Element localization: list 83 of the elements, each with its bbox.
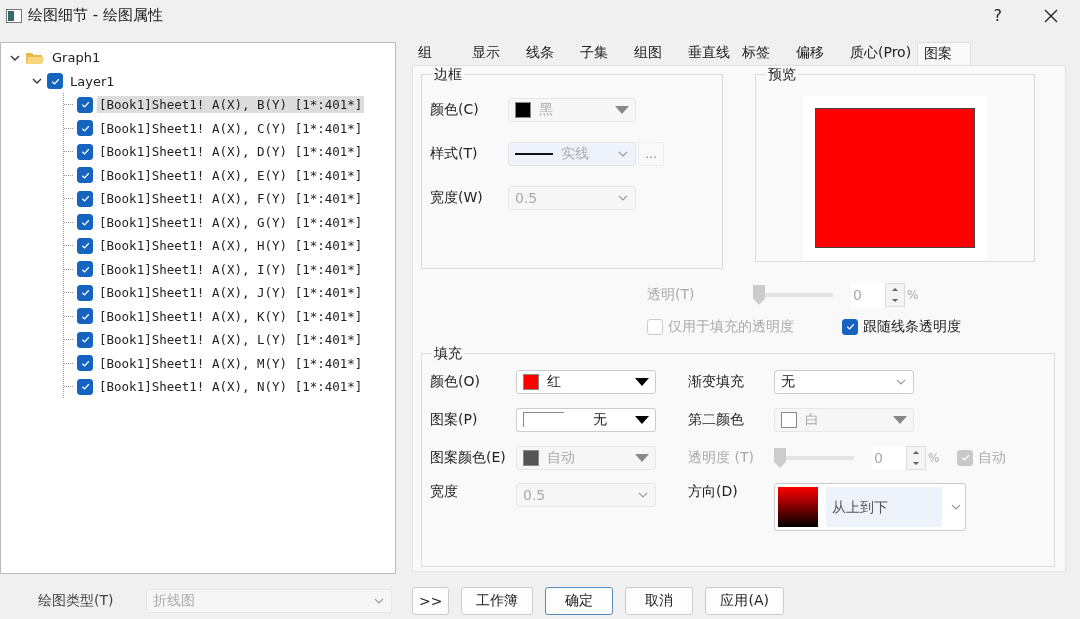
field-label: 绘图类型(T) xyxy=(38,592,115,611)
checkbox[interactable] xyxy=(77,378,93,395)
unit-label: % xyxy=(907,287,919,302)
caret-icon xyxy=(617,193,629,202)
dropdown[interactable]: 无 xyxy=(774,369,914,394)
caret-icon xyxy=(617,149,629,158)
slider[interactable] xyxy=(774,447,854,468)
tree-item[interactable]: [Book1]Sheet1! A(X), C(Y) [1*:401*] xyxy=(97,119,365,137)
dialog-button[interactable]: >> xyxy=(412,587,450,616)
tree-item[interactable]: [Book1]Sheet1! A(X), E(Y) [1*:401*] xyxy=(97,166,365,184)
field-label: 渐变填充 xyxy=(688,372,745,391)
checkbox[interactable] xyxy=(77,190,93,207)
caret-icon xyxy=(895,377,907,386)
checkbox[interactable] xyxy=(842,318,858,335)
caret-icon xyxy=(635,377,649,386)
field-label: 颜色(O) xyxy=(430,372,481,391)
caret-icon xyxy=(635,415,649,424)
checkbox-label: 仅用于填充的透明度 xyxy=(668,317,794,336)
dialog-button[interactable]: 工作簿 xyxy=(461,587,534,616)
caret-icon xyxy=(373,597,385,606)
line-sample-icon xyxy=(515,152,553,155)
field-label: 第二颜色 xyxy=(688,410,745,429)
spin-buttons[interactable] xyxy=(906,445,926,470)
tree-item[interactable]: [Book1]Sheet1! A(X), N(Y) [1*:401*] xyxy=(97,378,365,396)
group-title: 预览 xyxy=(767,65,797,84)
field-label: 样式(T) xyxy=(430,144,479,163)
spin-buttons[interactable] xyxy=(885,282,905,307)
tree-item[interactable]: [Book1]Sheet1! A(X), F(Y) [1*:401*] xyxy=(97,190,365,208)
field-label: 透明度 (T) xyxy=(688,448,755,467)
group-title: 填充 xyxy=(433,344,463,363)
tree-item[interactable]: [Book1]Sheet1! A(X), K(Y) [1*:401*] xyxy=(97,307,365,325)
tree-item[interactable]: Layer1 xyxy=(68,72,117,90)
tree-item[interactable]: [Book1]Sheet1! A(X), G(Y) [1*:401*] xyxy=(97,213,365,231)
direction-dropdown[interactable]: 从上到下 xyxy=(774,482,966,531)
tree-item[interactable]: [Book1]Sheet1! A(X), D(Y) [1*:401*] xyxy=(97,143,365,161)
tree-item[interactable]: [Book1]Sheet1! A(X), L(Y) [1*:401*] xyxy=(97,331,365,349)
checkbox[interactable] xyxy=(77,261,93,278)
caret-icon xyxy=(615,105,629,114)
caret-icon xyxy=(950,502,962,511)
checkbox[interactable] xyxy=(77,120,93,137)
tree-item[interactable]: [Book1]Sheet1! A(X), I(Y) [1*:401*] xyxy=(97,260,365,278)
checkbox[interactable] xyxy=(77,284,93,301)
checkbox[interactable] xyxy=(77,331,93,348)
checkbox-label: 跟随线条透明度 xyxy=(863,317,961,336)
caret-icon xyxy=(893,415,907,424)
unit-label: % xyxy=(928,450,940,465)
tree-item[interactable]: [Book1]Sheet1! A(X), H(Y) [1*:401*] xyxy=(97,237,365,255)
tree-item[interactable]: Graph1 xyxy=(50,49,103,67)
app-icon xyxy=(6,8,22,23)
checkbox[interactable] xyxy=(77,214,93,231)
checkbox[interactable] xyxy=(77,237,93,254)
dialog-button[interactable]: 取消 xyxy=(625,587,694,616)
tree-item[interactable]: [Book1]Sheet1! A(X), J(Y) [1*:401*] xyxy=(97,284,365,302)
checkbox[interactable] xyxy=(77,96,93,113)
field-label: 方向(D) xyxy=(688,482,739,501)
checkbox[interactable] xyxy=(77,308,93,325)
tab[interactable]: 图案 xyxy=(917,41,972,65)
tree-item[interactable]: [Book1]Sheet1! A(X), B(Y) [1*:401*] xyxy=(97,96,365,114)
checkbox[interactable] xyxy=(77,355,93,372)
field-label: 宽度(W) xyxy=(430,188,484,207)
window-title: 绘图细节 - 绘图属性 xyxy=(28,6,164,26)
tree-item[interactable]: [Book1]Sheet1! A(X), M(Y) [1*:401*] xyxy=(97,354,365,372)
gradient-swatch xyxy=(778,486,818,527)
group-title: 边框 xyxy=(433,65,463,84)
color-dropdown[interactable]: 红 xyxy=(516,369,656,394)
dialog-button[interactable]: 确定 xyxy=(545,587,614,616)
checkbox-label: 自动 xyxy=(978,448,1007,467)
caret-icon xyxy=(635,453,649,462)
caret-icon xyxy=(637,490,649,499)
checkbox[interactable] xyxy=(77,143,93,160)
pattern-dropdown[interactable]: 无 xyxy=(516,407,656,432)
field-label: 颜色(C) xyxy=(430,100,480,119)
help-button[interactable]: ? xyxy=(993,6,1002,26)
field-label: 图案颜色(E) xyxy=(430,448,507,467)
slider[interactable] xyxy=(753,284,833,305)
pattern-swatch xyxy=(523,412,564,428)
field-label: 图案(P) xyxy=(430,410,479,429)
field-label: 透明(T) xyxy=(647,285,696,304)
checkbox[interactable] xyxy=(47,73,63,90)
checkbox[interactable] xyxy=(77,167,93,184)
dialog-button[interactable]: 应用(A) xyxy=(705,587,784,616)
field-label: 宽度 xyxy=(430,482,459,501)
close-icon[interactable] xyxy=(1044,8,1058,23)
